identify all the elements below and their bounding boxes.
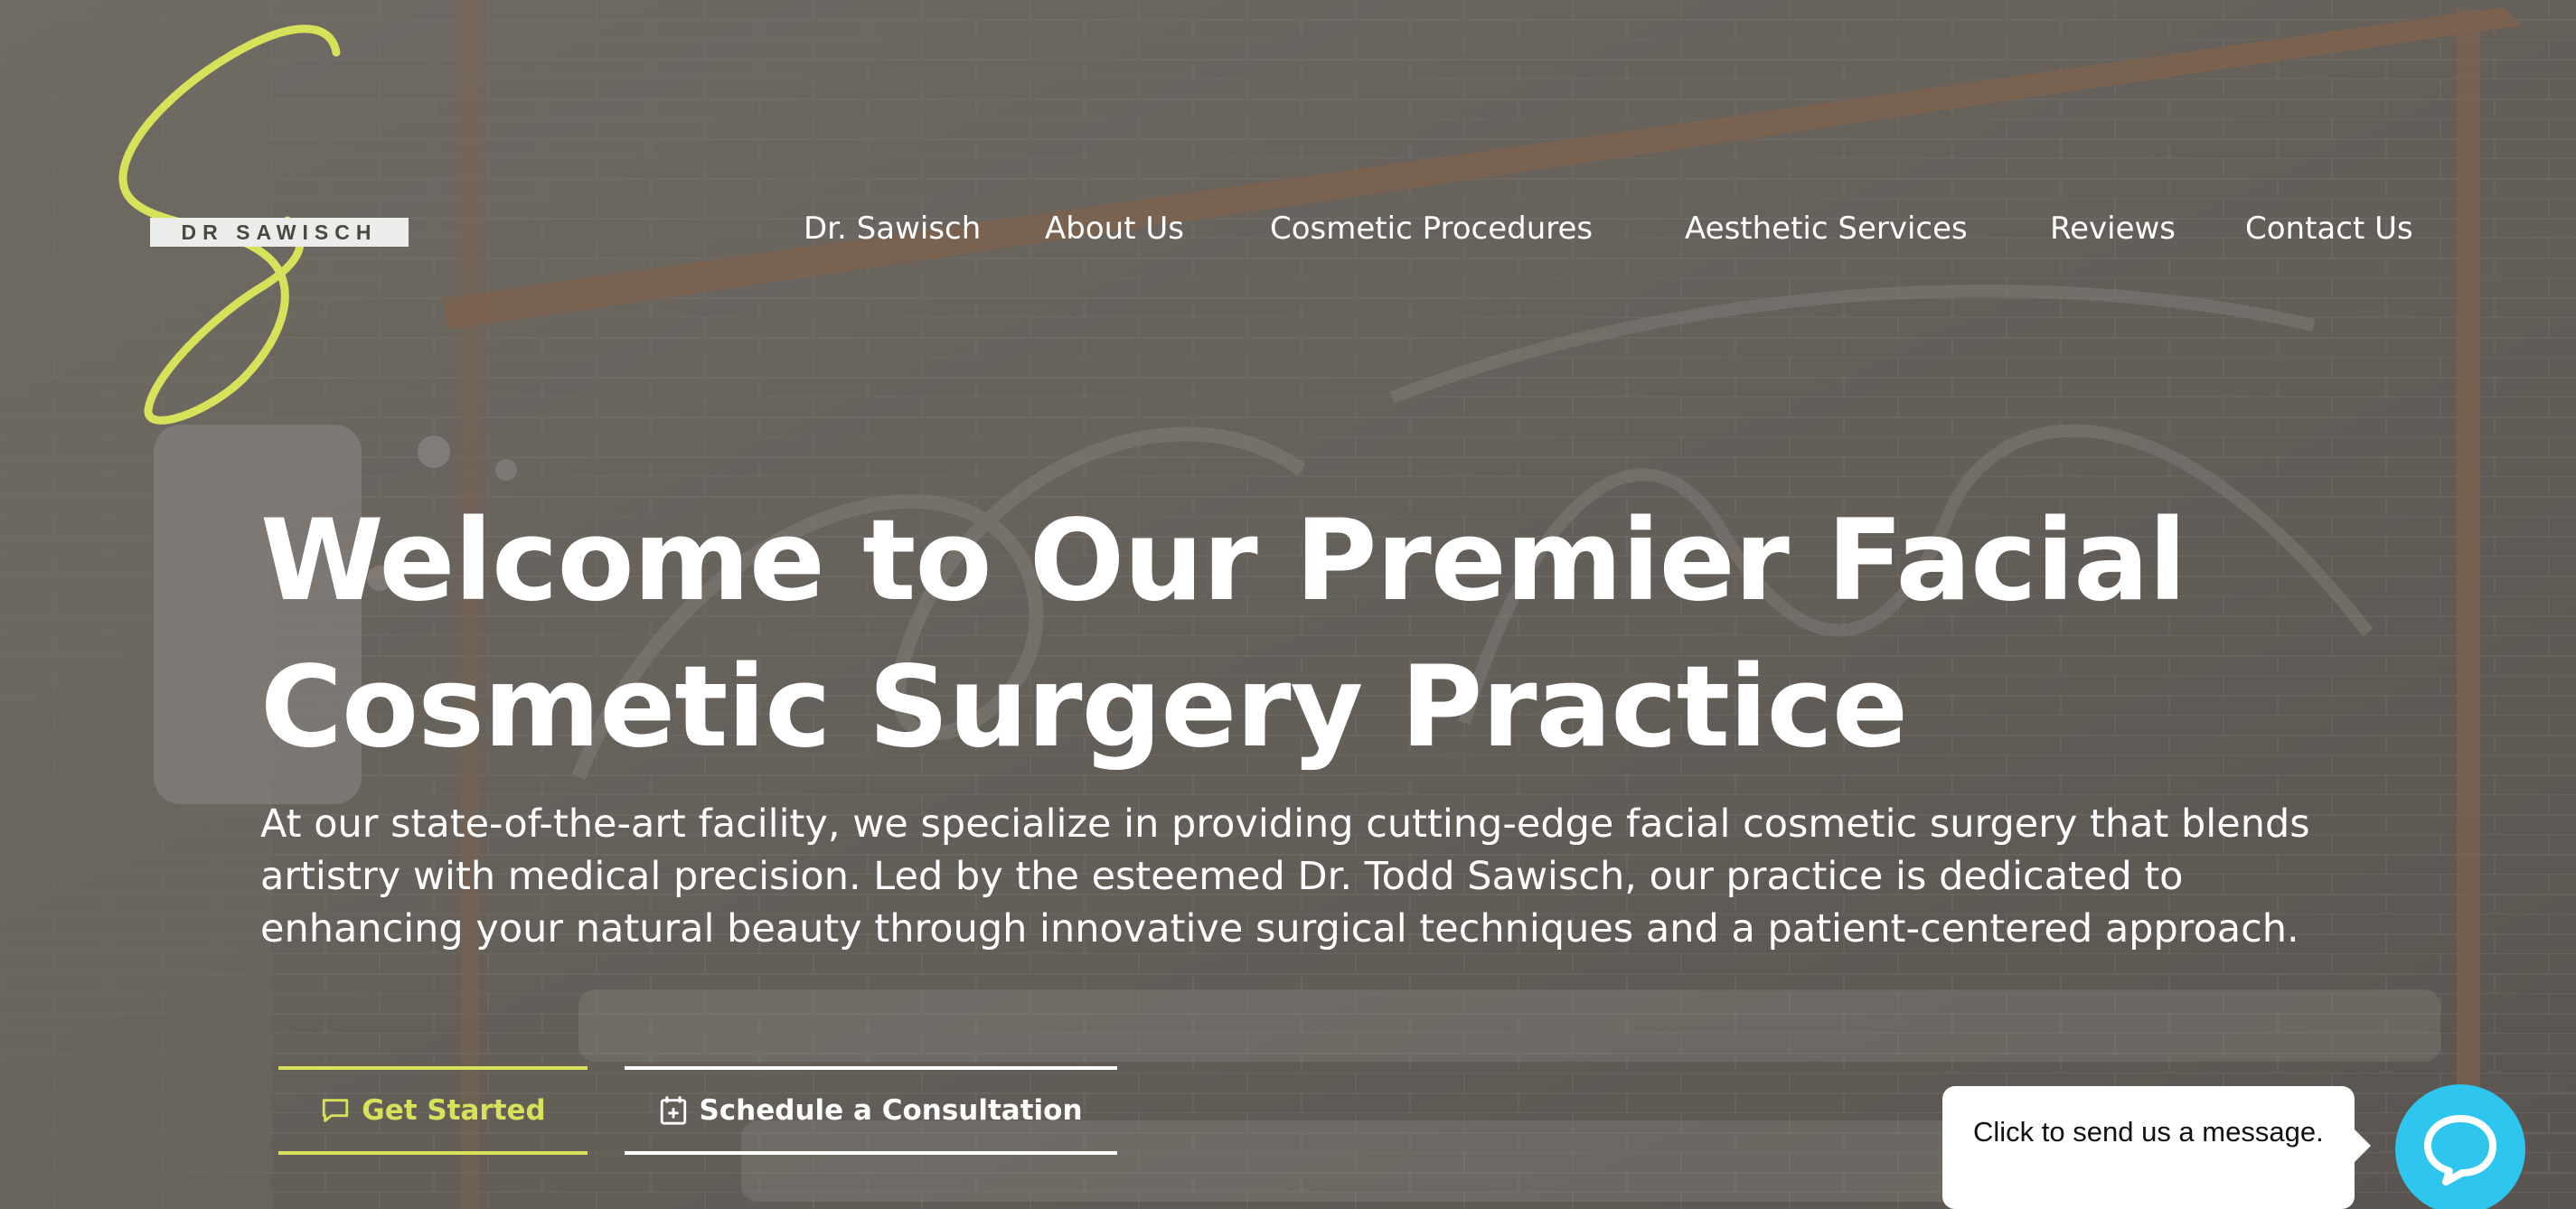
hero-title-line-1: Welcome to Our Premier Facial: [260, 496, 2186, 626]
nav-item-about-us[interactable]: About Us: [1045, 206, 1184, 251]
nav-item-reviews[interactable]: Reviews: [2050, 206, 2176, 251]
nav-item-contact-us[interactable]: Contact Us: [2245, 206, 2413, 251]
schedule-consultation-button[interactable]: Schedule a Consultation: [625, 1066, 1117, 1155]
chat-icon: [2424, 1115, 2496, 1186]
get-started-label: Get Started: [362, 1094, 546, 1127]
nav-item-cosmetic-procedures[interactable]: Cosmetic Procedures: [1270, 206, 1593, 251]
calendar-plus-icon: [661, 1096, 687, 1125]
nav-item-aesthetic-services[interactable]: Aesthetic Services: [1685, 206, 1968, 251]
hero-title: Welcome to Our Premier Facial Cosmetic S…: [260, 488, 2339, 781]
main-navigation: Dr. Sawisch About Us Cosmetic Procedures…: [0, 206, 2576, 251]
get-started-button[interactable]: Get Started: [278, 1066, 588, 1155]
hero-intro: At our state-of-the-art facility, we spe…: [260, 801, 2310, 951]
chat-bubble-icon: [323, 1099, 349, 1122]
schedule-consultation-label: Schedule a Consultation: [699, 1094, 1083, 1127]
chat-prompt-bubble[interactable]: Click to send us a message.: [1942, 1086, 2371, 1209]
chat-launcher-button[interactable]: [2395, 1084, 2525, 1209]
nav-item-dr-sawisch[interactable]: Dr. Sawisch: [804, 206, 981, 251]
hero-title-line-2: Cosmetic Surgery Practice: [260, 642, 1908, 773]
hero-section: DR SAWISCH Dr. Sawisch About Us Cosmetic…: [0, 0, 2576, 1209]
